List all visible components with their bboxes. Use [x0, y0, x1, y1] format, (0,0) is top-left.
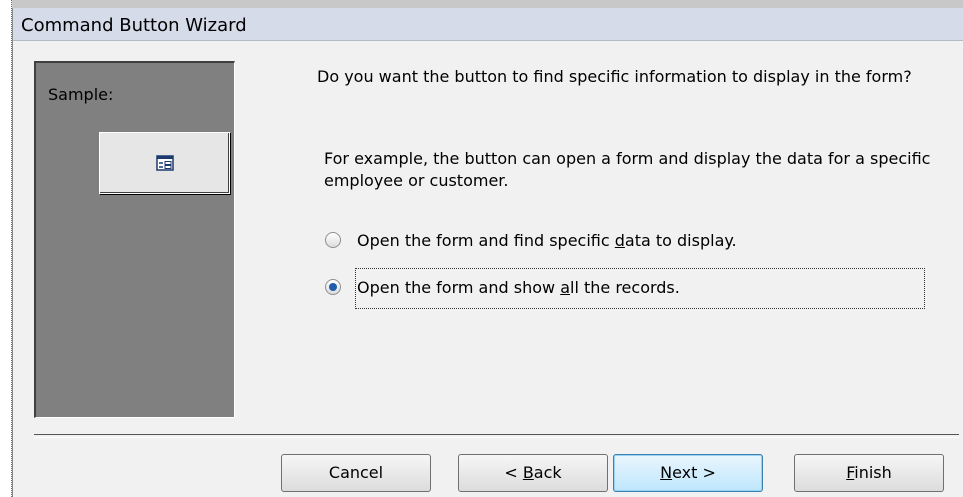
back-button[interactable]: < Back [458, 454, 608, 492]
radio-find-specific-data[interactable] [325, 232, 341, 248]
form-icon [156, 155, 174, 171]
next-button[interactable]: Next > [613, 454, 763, 492]
background-toolbar-strip [0, 0, 963, 8]
finish-button[interactable]: Finish [794, 454, 944, 492]
option-find-specific-data-label: Open the form and find specific data to … [357, 231, 737, 250]
background-window-edge [0, 0, 12, 497]
cancel-button[interactable]: Cancel [281, 454, 431, 492]
radio-selected-dot [329, 283, 337, 291]
title-bar[interactable]: Command Button Wizard [13, 8, 963, 41]
radio-show-all-records[interactable] [325, 279, 341, 295]
example-text: For example, the button can open a form … [324, 149, 931, 190]
command-button-wizard-dialog: Command Button Wizard Sample: Do you wan… [12, 8, 963, 497]
question-text: Do you want the button to find specific … [317, 67, 912, 86]
separator [34, 434, 959, 438]
sample-panel: Sample: [34, 61, 235, 418]
option-show-all-records-label: Open the form and show all the records. [357, 278, 680, 297]
window-title: Command Button Wizard [21, 15, 247, 36]
sample-label: Sample: [48, 85, 114, 104]
sample-preview-button [99, 132, 230, 194]
